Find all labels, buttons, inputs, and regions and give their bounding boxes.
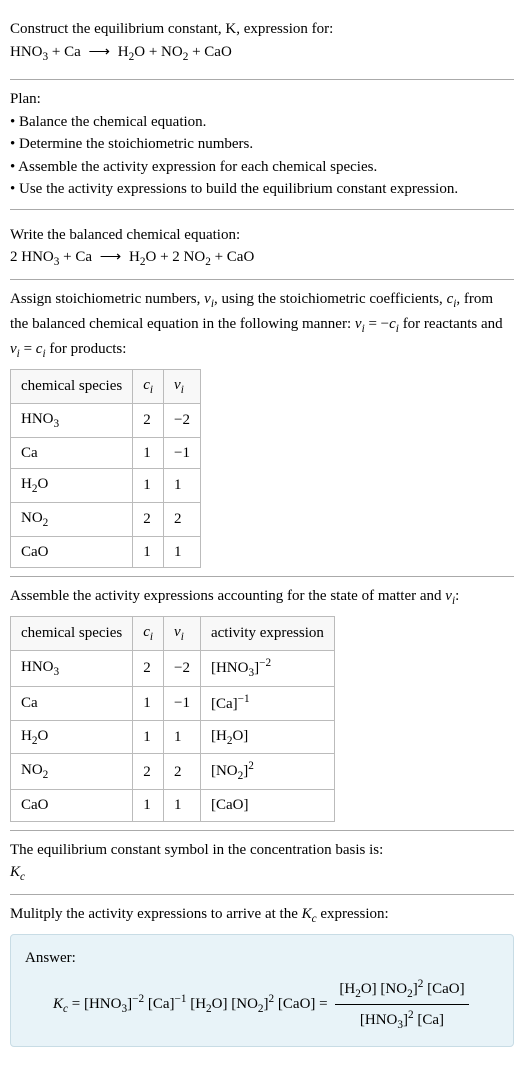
plan-title: Plan:	[10, 88, 514, 111]
cell-ci: 1	[133, 469, 164, 503]
cell-species: NO2	[11, 754, 133, 790]
multiply-section: Mulitply the activity expressions to arr…	[10, 895, 514, 1055]
cell-vi: −2	[164, 651, 201, 687]
cell-ci: 1	[133, 437, 164, 469]
eq-right: H2O + NO2 + CaO	[118, 44, 232, 60]
kc-fraction: [H2O] [NO2]2 [CaO] [HNO3]2 [Ca]	[331, 976, 472, 1035]
cell-activity: [HNO3]−2	[200, 651, 334, 687]
symbol-kc: Kc	[10, 861, 514, 886]
fraction-denominator: [HNO3]2 [Ca]	[335, 1005, 468, 1034]
prompt-text: Construct the equilibrium constant, K, e…	[10, 21, 333, 37]
stoich-table: chemical species ci νi HNO3 2 −2 Ca 1 −1…	[10, 369, 201, 569]
cell-ci: 2	[133, 503, 164, 537]
cell-activity: [CaO]	[200, 790, 334, 822]
table-row: H2O 1 1	[11, 469, 201, 503]
table-header-row: chemical species ci νi	[11, 369, 201, 403]
cell-vi: −1	[164, 687, 201, 721]
activity-intro: Assemble the activity expressions accoun…	[10, 585, 514, 610]
activity-section: Assemble the activity expressions accoun…	[10, 577, 514, 830]
beq-left: 2 HNO3 + Ca	[10, 249, 92, 265]
question-prompt: Construct the equilibrium constant, K, e…	[10, 18, 514, 41]
table-row: Ca 1 −1 [Ca]−1	[11, 687, 335, 721]
col-ci: ci	[133, 617, 164, 651]
cell-species: Ca	[11, 687, 133, 721]
col-activity: activity expression	[200, 617, 334, 651]
table-row: HNO3 2 −2	[11, 403, 201, 437]
cell-vi: −2	[164, 403, 201, 437]
table-row: NO2 2 2 [NO2]2	[11, 754, 335, 790]
plan-item: • Assemble the activity expression for e…	[10, 156, 514, 179]
plan-item: • Balance the chemical equation.	[10, 111, 514, 134]
table-row: CaO 1 1 [CaO]	[11, 790, 335, 822]
cell-species: H2O	[11, 469, 133, 503]
answer-expression: Kc = [HNO3]−2 [Ca]−1 [H2O] [NO2]2 [CaO] …	[25, 976, 499, 1035]
stoich-section: Assign stoichiometric numbers, νi, using…	[10, 280, 514, 577]
beq-right: H2O + 2 NO2 + CaO	[129, 249, 254, 265]
cell-ci: 2	[133, 754, 164, 790]
col-species: chemical species	[11, 617, 133, 651]
cell-vi: −1	[164, 437, 201, 469]
cell-vi: 2	[164, 754, 201, 790]
cell-ci: 1	[133, 790, 164, 822]
balanced-section: Write the balanced chemical equation: 2 …	[10, 216, 514, 280]
cell-vi: 1	[164, 536, 201, 568]
col-vi: νi	[164, 369, 201, 403]
answer-box: Answer: Kc = [HNO3]−2 [Ca]−1 [H2O] [NO2]…	[10, 934, 514, 1047]
cell-activity: [NO2]2	[200, 754, 334, 790]
cell-vi: 2	[164, 503, 201, 537]
cell-ci: 1	[133, 720, 164, 754]
plan-item: • Use the activity expressions to build …	[10, 178, 514, 201]
symbol-section: The equilibrium constant symbol in the c…	[10, 831, 514, 895]
cell-ci: 1	[133, 687, 164, 721]
activity-table: chemical species ci νi activity expressi…	[10, 616, 335, 822]
table-header-row: chemical species ci νi activity expressi…	[11, 617, 335, 651]
table-row: CaO 1 1	[11, 536, 201, 568]
arrow-icon: ⟶	[85, 44, 115, 60]
cell-species: Ca	[11, 437, 133, 469]
cell-ci: 2	[133, 651, 164, 687]
table-row: H2O 1 1 [H2O]	[11, 720, 335, 754]
cell-species: CaO	[11, 790, 133, 822]
cell-species: NO2	[11, 503, 133, 537]
eq-left: HNO3 + Ca	[10, 44, 81, 60]
kc-symbol: Kc	[53, 996, 68, 1012]
plan-item: • Determine the stoichiometric numbers.	[10, 133, 514, 156]
table-row: NO2 2 2	[11, 503, 201, 537]
col-ci: ci	[133, 369, 164, 403]
cell-species: HNO3	[11, 651, 133, 687]
cell-vi: 1	[164, 469, 201, 503]
arrow-icon: ⟶	[96, 249, 126, 265]
col-species: chemical species	[11, 369, 133, 403]
balanced-equation: 2 HNO3 + Ca ⟶ H2O + 2 NO2 + CaO	[10, 246, 514, 271]
fraction-numerator: [H2O] [NO2]2 [CaO]	[335, 976, 468, 1006]
stoich-intro: Assign stoichiometric numbers, νi, using…	[10, 288, 514, 363]
cell-species: H2O	[11, 720, 133, 754]
table-row: Ca 1 −1	[11, 437, 201, 469]
balanced-title: Write the balanced chemical equation:	[10, 224, 514, 247]
multiply-intro: Mulitply the activity expressions to arr…	[10, 903, 514, 928]
plan-section: Plan: • Balance the chemical equation. •…	[10, 79, 514, 210]
unbalanced-equation: HNO3 + Ca ⟶ H2O + NO2 + CaO	[10, 41, 514, 66]
col-vi: νi	[164, 617, 201, 651]
symbol-line1: The equilibrium constant symbol in the c…	[10, 839, 514, 862]
cell-ci: 1	[133, 536, 164, 568]
cell-vi: 1	[164, 790, 201, 822]
question-header: Construct the equilibrium constant, K, e…	[10, 10, 514, 73]
cell-vi: 1	[164, 720, 201, 754]
cell-activity: [Ca]−1	[200, 687, 334, 721]
cell-species: HNO3	[11, 403, 133, 437]
cell-ci: 2	[133, 403, 164, 437]
kc-expansion: = [HNO3]−2 [Ca]−1 [H2O] [NO2]2 [CaO] =	[72, 996, 332, 1012]
cell-species: CaO	[11, 536, 133, 568]
table-row: HNO3 2 −2 [HNO3]−2	[11, 651, 335, 687]
answer-label: Answer:	[25, 947, 499, 970]
cell-activity: [H2O]	[200, 720, 334, 754]
